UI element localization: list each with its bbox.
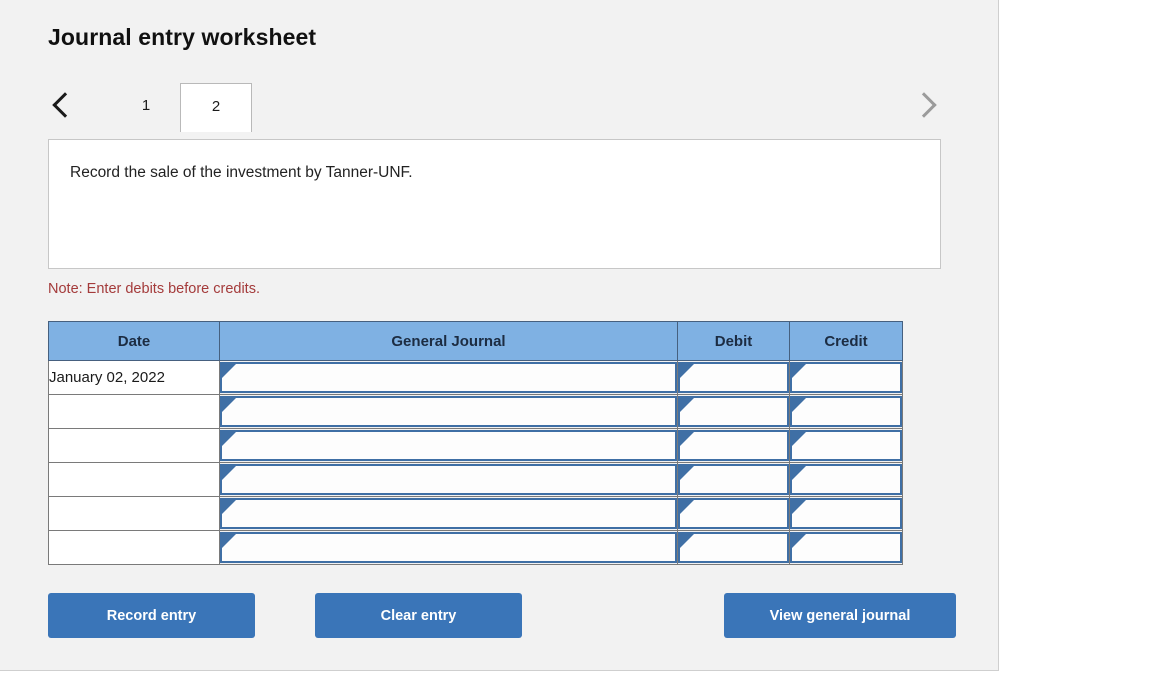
debit-input[interactable] (678, 430, 789, 461)
credit-cell (789, 462, 903, 497)
debit-input[interactable] (678, 498, 789, 529)
debit-input[interactable] (678, 532, 789, 563)
column-header-credit: Credit (789, 321, 903, 361)
table-row (48, 462, 903, 497)
table-header-row: Date General Journal Debit Credit (48, 321, 903, 361)
dropdown-caret-icon (680, 364, 694, 378)
dropdown-caret-icon (222, 398, 236, 412)
dropdown-caret-icon (680, 534, 694, 548)
date-cell[interactable] (48, 496, 220, 531)
dropdown-caret-icon (680, 500, 694, 514)
view-general-journal-button[interactable]: View general journal (724, 593, 956, 638)
general-journal-input[interactable] (220, 464, 677, 495)
column-header-debit: Debit (677, 321, 790, 361)
debit-cell (677, 394, 790, 429)
chevron-right-icon[interactable] (907, 86, 941, 124)
table-row (48, 394, 903, 429)
table-row (48, 496, 903, 531)
debit-cell (677, 360, 790, 395)
debit-cell (677, 496, 790, 531)
credit-input[interactable] (790, 396, 902, 427)
date-cell[interactable] (48, 530, 220, 565)
credit-cell (789, 428, 903, 463)
dropdown-caret-icon (680, 398, 694, 412)
general-journal-cell (219, 462, 678, 497)
date-cell[interactable] (48, 428, 220, 463)
dropdown-caret-icon (680, 432, 694, 446)
general-journal-input[interactable] (220, 532, 677, 563)
record-entry-button[interactable]: Record entry (48, 593, 255, 638)
general-journal-input[interactable] (220, 430, 677, 461)
dropdown-caret-icon (222, 364, 236, 378)
general-journal-cell (219, 394, 678, 429)
credit-cell (789, 360, 903, 395)
credit-cell (789, 530, 903, 565)
credit-input[interactable] (790, 430, 902, 461)
tab-2[interactable]: 2 (180, 83, 252, 132)
credit-input[interactable] (790, 532, 902, 563)
journal-entry-table: Date General Journal Debit Credit Januar… (48, 321, 903, 565)
credit-cell (789, 394, 903, 429)
tab-strip: 1 2 (48, 80, 941, 132)
general-journal-input[interactable] (220, 362, 677, 393)
general-journal-cell (219, 496, 678, 531)
column-header-general-journal: General Journal (219, 321, 678, 361)
dropdown-caret-icon (222, 500, 236, 514)
page-title: Journal entry worksheet (48, 24, 317, 50)
debit-cell (677, 428, 790, 463)
tab-1[interactable]: 1 (110, 83, 182, 131)
table-body: January 02, 2022 (48, 360, 903, 565)
column-header-date: Date (48, 321, 220, 361)
debit-cell (677, 462, 790, 497)
dropdown-caret-icon (680, 466, 694, 480)
date-cell[interactable] (48, 462, 220, 497)
credit-cell (789, 496, 903, 531)
chevron-left-icon[interactable] (48, 86, 82, 124)
dropdown-caret-icon (222, 432, 236, 446)
dropdown-caret-icon (792, 364, 806, 378)
general-journal-cell (219, 530, 678, 565)
table-row: January 02, 2022 (48, 360, 903, 395)
credit-input[interactable] (790, 464, 902, 495)
debit-input[interactable] (678, 396, 789, 427)
instruction-text: Record the sale of the investment by Tan… (70, 164, 413, 181)
general-journal-cell (219, 428, 678, 463)
dropdown-caret-icon (222, 466, 236, 480)
instruction-panel: Record the sale of the investment by Tan… (48, 139, 941, 269)
dropdown-caret-icon (792, 534, 806, 548)
date-cell[interactable]: January 02, 2022 (48, 360, 220, 395)
clear-entry-button[interactable]: Clear entry (315, 593, 522, 638)
table-row (48, 530, 903, 565)
note-text: Note: Enter debits before credits. (48, 281, 260, 297)
dropdown-caret-icon (792, 466, 806, 480)
credit-input[interactable] (790, 498, 902, 529)
general-journal-cell (219, 360, 678, 395)
debit-input[interactable] (678, 362, 789, 393)
dropdown-caret-icon (792, 500, 806, 514)
table-row (48, 428, 903, 463)
worksheet-panel: Journal entry worksheet 1 2 Record the s… (0, 0, 999, 671)
general-journal-input[interactable] (220, 396, 677, 427)
date-cell[interactable] (48, 394, 220, 429)
dropdown-caret-icon (792, 398, 806, 412)
credit-input[interactable] (790, 362, 902, 393)
chevron-right-glyph (911, 92, 937, 118)
general-journal-input[interactable] (220, 498, 677, 529)
chevron-left-glyph (52, 92, 78, 118)
debit-input[interactable] (678, 464, 789, 495)
debit-cell (677, 530, 790, 565)
dropdown-caret-icon (222, 534, 236, 548)
dropdown-caret-icon (792, 432, 806, 446)
